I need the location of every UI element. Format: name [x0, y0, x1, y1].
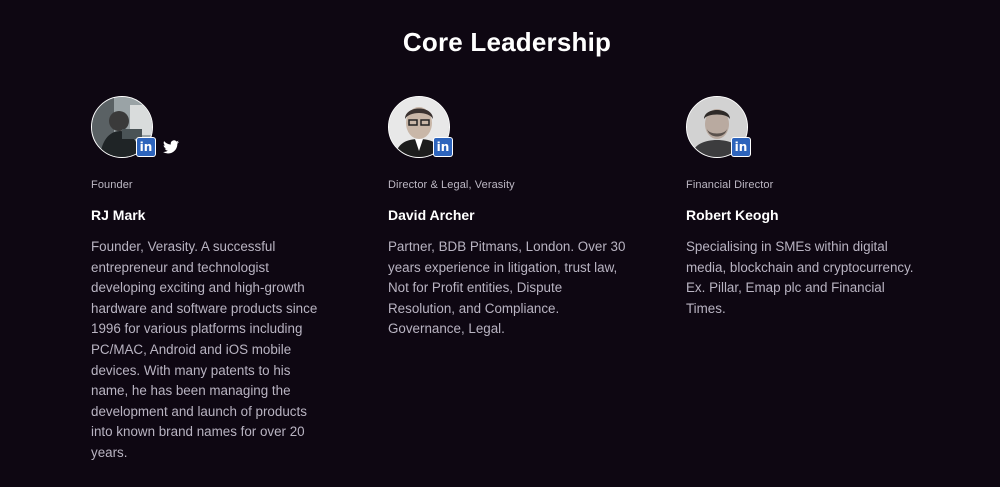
leader-role: Founder: [91, 179, 133, 191]
linkedin-icon[interactable]: in: [434, 138, 452, 156]
twitter-icon[interactable]: [163, 140, 179, 154]
section-title: Core Leadership: [402, 27, 612, 57]
leader-bio: Specialising in SMEs within digital medi…: [686, 239, 914, 316]
leader-card: in Director & Legal, Verasity David Arch…: [388, 96, 638, 340]
avatar-group: in: [388, 96, 638, 158]
leader-bio: Partner, BDB Pitmans, London. Over 30 ye…: [388, 239, 626, 337]
leader-role: Financial Director: [686, 179, 774, 191]
linkedin-icon[interactable]: in: [137, 138, 155, 156]
leader-bio: Founder, Verasity. A successful entrepre…: [91, 239, 318, 460]
leader-name: Robert Keogh: [686, 207, 779, 223]
linkedin-icon[interactable]: in: [732, 138, 750, 156]
leader-role: Director & Legal, Verasity: [388, 179, 515, 191]
leader-card: in Financial Director Robert Keogh Speci…: [686, 96, 936, 319]
avatar-group: in: [91, 96, 341, 158]
leader-card: in Founder RJ Mark Founder, Verasity. A …: [91, 96, 341, 464]
leader-name: David Archer: [388, 207, 475, 223]
leader-name: RJ Mark: [91, 207, 146, 223]
avatar-group: in: [686, 96, 936, 158]
core-leadership-section: Core Leadership in Founder RJ Mark Found…: [0, 0, 1000, 487]
